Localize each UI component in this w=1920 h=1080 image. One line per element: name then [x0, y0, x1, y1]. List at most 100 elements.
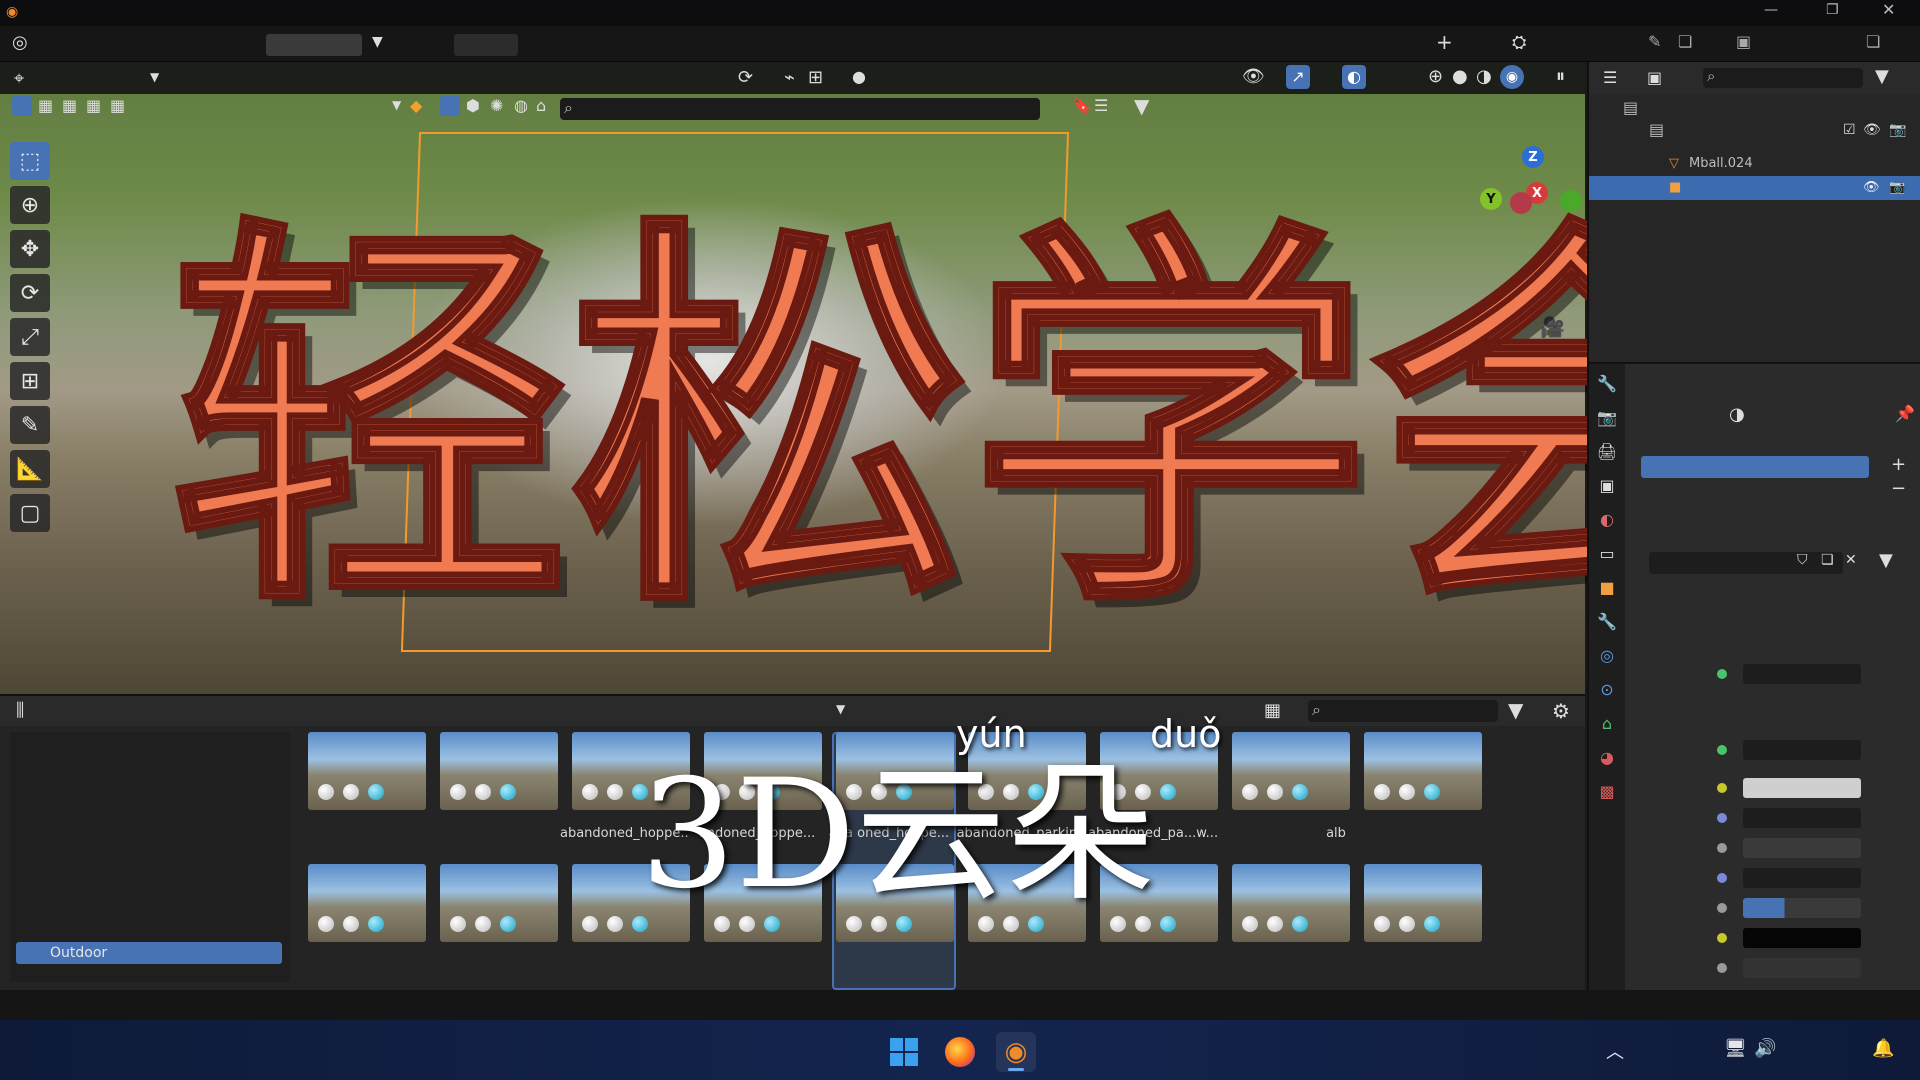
pause-icon[interactable]: ⏸ — [1556, 66, 1565, 87]
property-field[interactable] — [1743, 958, 1861, 978]
material-selector[interactable] — [1649, 552, 1843, 574]
object-tab-icon[interactable]: ■ — [1593, 574, 1621, 602]
visibility-icon[interactable]: 👁 — [1242, 66, 1265, 87]
add-slot-icon[interactable]: + — [1891, 454, 1906, 475]
particles-tab-icon[interactable]: ◎ — [1593, 642, 1621, 670]
catalog-item-outdoor[interactable]: Outdoor — [16, 942, 282, 964]
gizmo-toggle-icon[interactable]: ↗ — [1286, 65, 1310, 89]
measure-icon[interactable]: 📐 — [10, 450, 50, 488]
transform-orientation-icon[interactable]: ⟳ — [738, 67, 753, 88]
display-mode-icon[interactable]: ▣ — [1647, 68, 1662, 87]
new-scene-icon[interactable]: ❏ — [1678, 32, 1692, 51]
render-tab-icon[interactable]: 📷 — [1593, 404, 1621, 432]
select-mode-invert-icon[interactable]: ▦ — [86, 96, 101, 115]
select-mode-new-icon[interactable] — [12, 96, 32, 116]
select-mode-subtract-icon[interactable]: ▦ — [62, 96, 77, 115]
close-icon[interactable]: ✕ — [1882, 0, 1895, 19]
eye-icon[interactable]: 👁 — [1863, 176, 1880, 200]
volume-icon[interactable]: 🔊 — [1754, 1038, 1776, 1059]
color-field[interactable] — [1743, 928, 1861, 948]
filter-icon[interactable]: ▼ — [1134, 94, 1149, 118]
restore-icon[interactable]: ❐ — [1826, 2, 1839, 18]
remove-slot-icon[interactable]: − — [1891, 478, 1906, 499]
shading-material-icon[interactable]: ◑ — [1476, 66, 1492, 87]
camera-icon[interactable]: 📷 — [1889, 176, 1905, 200]
output-tab-icon[interactable]: 🖨 — [1593, 438, 1621, 466]
filter-object-icon[interactable] — [440, 96, 460, 116]
asset-thumbnail[interactable] — [440, 732, 558, 810]
gear-icon[interactable]: ⚙ — [1552, 699, 1570, 723]
camera-icon[interactable]: 📷 — [1889, 122, 1906, 138]
slider-field[interactable] — [1743, 898, 1861, 918]
fake-user-icon[interactable]: ⛉ — [1797, 552, 1808, 568]
snap-icon[interactable]: ⌁ — [784, 67, 795, 88]
world-tab-icon[interactable]: ▭ — [1593, 540, 1621, 568]
display-mode-icon[interactable]: ▦ — [1264, 700, 1281, 721]
editor-type-icon[interactable]: ☰ — [1603, 68, 1617, 87]
asset-thumbnail[interactable] — [308, 864, 426, 942]
physics-tab-icon[interactable]: ⊙ — [1593, 676, 1621, 704]
shading-solid-icon[interactable]: ● — [1452, 66, 1468, 87]
texture-tab-icon[interactable]: ▩ — [1593, 778, 1621, 806]
duplicate-icon[interactable]: ❏ — [1821, 552, 1834, 568]
color-field[interactable] — [1743, 778, 1861, 798]
material-tab-icon[interactable]: ◕ — [1593, 744, 1621, 772]
blender-icon[interactable]: ◉ — [996, 1032, 1036, 1072]
new-view-layer-icon[interactable]: ❏ — [1866, 32, 1880, 51]
outliner-search-input[interactable]: ⌕ — [1703, 67, 1863, 88]
asset-search-input[interactable]: ⌕ — [1308, 700, 1498, 722]
property-field[interactable] — [1743, 664, 1861, 684]
outliner-row-selected[interactable]: ■ 👁 📷 — [1589, 176, 1920, 200]
viewport-search-input[interactable]: ⌕ — [560, 98, 1040, 120]
move-icon[interactable]: ✥ — [10, 230, 50, 268]
filter-color-icon[interactable]: ◆ — [410, 96, 422, 115]
outliner-row[interactable]: ▽ Mball.024 — [1589, 152, 1920, 176]
chevron-down-icon[interactable]: ▼ — [150, 70, 159, 84]
scene-icon[interactable]: ⛭ — [1512, 32, 1526, 53]
pin-icon[interactable]: ✎ — [1648, 32, 1661, 51]
filter-mesh-icon[interactable]: ⬢ — [466, 96, 480, 115]
shading-wireframe-icon[interactable]: ⊕ — [1428, 66, 1443, 87]
display-mode-icon[interactable]: ☰ — [1094, 96, 1108, 115]
filter-icon[interactable]: ▼ — [1508, 698, 1523, 722]
notification-icon[interactable]: 🔔 — [1872, 1038, 1894, 1059]
scene-tab-icon[interactable]: ◐ — [1593, 506, 1621, 534]
add-workspace-icon[interactable]: + — [1436, 30, 1453, 54]
property-field[interactable] — [1743, 808, 1861, 828]
pin-icon[interactable]: 📌 — [1895, 404, 1915, 423]
asset-thumbnail[interactable] — [1364, 732, 1482, 810]
checkbox-icon[interactable]: ☑ — [1843, 122, 1856, 138]
overlay-toggle-icon[interactable]: ◐ — [1342, 65, 1366, 89]
modifier-tab-icon[interactable]: 🔧 — [1593, 608, 1621, 636]
editor-type-icon[interactable]: ⌖ — [14, 68, 24, 89]
rotate-icon[interactable]: ⟳ — [10, 274, 50, 312]
constraints-tab-icon[interactable]: ⌂ — [1593, 710, 1621, 738]
asset-thumbnail[interactable] — [308, 732, 426, 810]
scale-icon[interactable]: ⤢ — [10, 318, 50, 356]
asset-thumbnail[interactable] — [440, 864, 558, 942]
snap-target-icon[interactable]: ⊞ — [808, 67, 823, 88]
network-icon[interactable]: 🖥 — [1724, 1038, 1747, 1059]
filter-camera-icon[interactable]: ◍ — [514, 96, 528, 115]
blender-menu-icon[interactable]: ◎ — [12, 32, 28, 53]
chevron-down-icon[interactable]: ▼ — [836, 702, 845, 716]
scene-selector[interactable] — [266, 34, 362, 56]
eye-icon[interactable]: 👁 — [1863, 122, 1881, 138]
asset-thumbnail[interactable] — [1364, 864, 1482, 942]
transform-icon[interactable]: ⊞ — [10, 362, 50, 400]
chevron-down-icon[interactable]: ▼ — [372, 34, 383, 50]
unlink-icon[interactable]: ✕ — [1845, 552, 1857, 568]
annotate-icon[interactable]: ✎ — [10, 406, 50, 444]
shading-rendered-icon[interactable]: ◉ — [1500, 65, 1524, 89]
filter-light-icon[interactable]: ✺ — [490, 96, 503, 115]
view-layer-selector[interactable] — [454, 34, 518, 56]
add-cube-icon[interactable]: ▢ — [10, 494, 50, 532]
property-field[interactable] — [1743, 838, 1861, 858]
select-mode-intersect-icon[interactable]: ▦ — [110, 96, 125, 115]
proportional-edit-icon[interactable]: ● — [852, 67, 866, 86]
property-field[interactable] — [1743, 740, 1861, 760]
gizmo-z-axis[interactable]: Z — [1522, 146, 1544, 168]
cursor-icon[interactable]: ⊕ — [10, 186, 50, 224]
editor-type-icon[interactable]: ⫼ — [16, 700, 24, 721]
filter-other-icon[interactable]: ⌂ — [536, 96, 546, 115]
